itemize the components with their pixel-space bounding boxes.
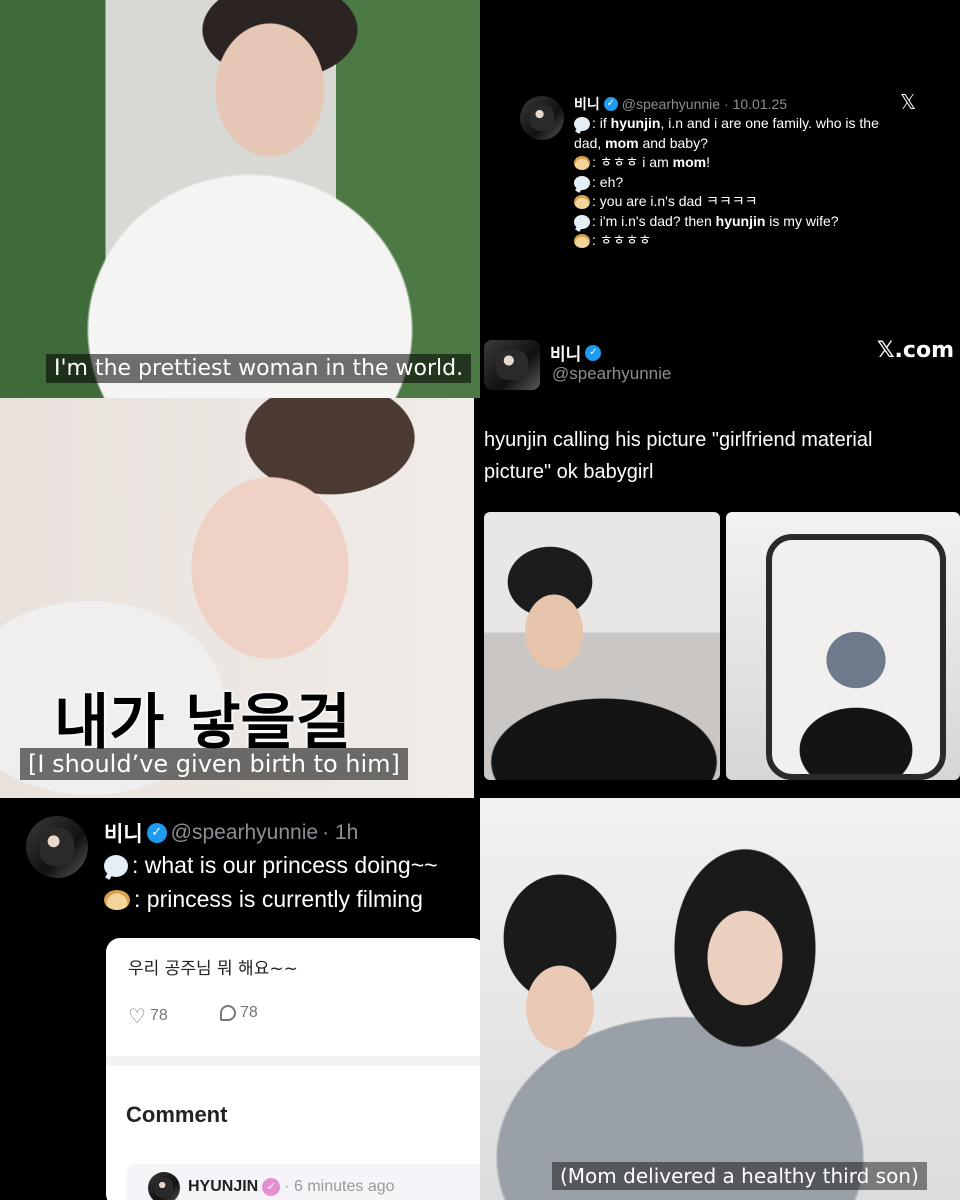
comment-time: · 6 minutes ago — [284, 1178, 395, 1195]
divider — [106, 1056, 480, 1066]
tweet-body: : if hyunjin, i.n and i are one family. … — [574, 114, 924, 251]
tweet-date: · 10.01.25 — [724, 96, 788, 112]
tweet-card-family: 비니 ✓ @spearhyunnie · 10.01.25 𝕏 : if hyu… — [480, 0, 960, 340]
dumpling-icon — [574, 234, 590, 249]
tweet-text: hyunjin calling his picture "girlfriend … — [484, 424, 872, 488]
tweet-text-segment: is my wife? — [765, 212, 839, 229]
tweet-line: dad, mom and baby? — [574, 134, 924, 154]
tweet-text-segment: and baby? — [638, 134, 708, 151]
post-text: 우리 공주님 뭐 해요~~ — [128, 959, 298, 979]
tweet-text-segment: : ㅎㅎㅎㅎ — [592, 232, 652, 248]
bold-text: mom — [672, 154, 707, 170]
bold-text: hyunjin — [610, 115, 661, 131]
artist-badge-icon: ✓ — [262, 1178, 281, 1196]
bold-text: hyunjin — [715, 212, 766, 229]
tweet-card-girlfriend: 비니 ✓ @spearhyunnie 𝕏.com hyunjin calling… — [480, 340, 960, 795]
subtitle-birth: [I should’ve given birth to him] — [20, 748, 408, 780]
subtitle-third-son: (Mom delivered a healthy third son) — [552, 1162, 927, 1190]
photo-panel-prettiest: I'm the prettiest woman in the world. — [0, 0, 480, 398]
commenter-avatar — [148, 1172, 180, 1200]
x-com-brand[interactable]: 𝕏.com — [877, 340, 954, 363]
tweet-line: : princess is currently filming — [134, 886, 423, 912]
verified-icon: ✓ — [603, 97, 618, 111]
tweet-text-segment: : you are i.n's dad ㅋㅋㅋㅋ — [592, 193, 758, 209]
speech-bubble-icon — [574, 214, 590, 229]
author-name: 비니 — [550, 345, 582, 364]
like-count: 78 — [149, 1007, 168, 1024]
subtitle-prettiest: I'm the prettiest woman in the world. — [46, 354, 472, 383]
phone-frame — [766, 534, 946, 780]
author-handle: @spearhyunnie — [621, 96, 721, 112]
verified-icon: ✓ — [585, 344, 602, 361]
tweet-line: : you are i.n's dad ㅋㅋㅋㅋ — [574, 192, 924, 212]
dumpling-icon — [574, 156, 590, 171]
tweet-text-segment: : eh? — [592, 173, 624, 190]
heart-icon[interactable]: ♡ — [128, 1004, 146, 1028]
tweet-line: : eh? — [574, 173, 924, 193]
comment-heading: Comment — [126, 1102, 228, 1127]
tweet-text-line: picture" ok babygirl — [484, 461, 654, 483]
tweet-text-line: hyunjin calling his picture "girlfriend … — [484, 429, 873, 451]
tweet-line: : ㅎㅎㅎ i am mom! — [574, 153, 924, 173]
author-name: 비니 — [104, 823, 143, 846]
tweet-text-segment: , i.n and i are one family. who is the — [660, 115, 879, 131]
weverse-post-card: 우리 공주님 뭐 해요~~ ♡ 78 78 Comment HYUNJIN ✓ … — [106, 938, 480, 1200]
photo-panel-birth: 내가 낳을걸 [I should’ve given birth to him] — [0, 398, 474, 798]
tweet-text-segment: dad, — [574, 134, 606, 151]
tweet-line: : if hyunjin, i.n and i are one family. … — [574, 114, 924, 134]
tweet-line: : ㅎㅎㅎㅎ — [574, 231, 924, 251]
tweet-line: : i'm i.n's dad? then hyunjin is my wife… — [574, 212, 924, 232]
tweet-text-segment: : if — [592, 115, 611, 131]
author-handle: @spearhyunnie — [170, 821, 319, 844]
photo-two-members — [480, 798, 960, 1200]
photo-phone-picture — [726, 512, 960, 780]
avatar — [520, 96, 564, 140]
commenter-name: HYUNJIN — [188, 1178, 259, 1195]
comment-count: 78 — [240, 1004, 258, 1021]
speech-bubble-icon — [104, 854, 128, 877]
speech-bubble-icon — [574, 117, 590, 132]
x-logo-icon[interactable]: 𝕏 — [900, 90, 916, 114]
photo-hyunjin-backstage — [484, 512, 720, 780]
photo-woman-white-shirt — [0, 0, 480, 398]
avatar — [26, 816, 88, 878]
photo-panel-third-son: (Mom delivered a healthy third son) — [480, 798, 960, 1200]
tweet-text-segment: : i'm i.n's dad? then — [592, 212, 716, 229]
tweet-line: : what is our princess doing~~ — [132, 852, 438, 878]
comment-icon[interactable] — [220, 1005, 236, 1021]
dumpling-icon — [104, 889, 130, 910]
tweet-time: · 1h — [322, 821, 359, 844]
avatar — [484, 340, 540, 390]
author-name: 비니 — [574, 96, 600, 112]
verified-icon: ✓ — [146, 823, 167, 843]
tweet-text-segment: ! — [706, 154, 710, 170]
tweet-text-segment: : ㅎㅎㅎ i am — [592, 154, 673, 170]
tweet-card-princess: 비니 ✓ @spearhyunnie · 1h : what is our pr… — [0, 798, 480, 1200]
author-handle: @spearhyunnie — [552, 364, 672, 383]
comment-row[interactable]: HYUNJIN ✓ · 6 minutes ago — [126, 1164, 480, 1200]
speech-bubble-icon — [574, 175, 590, 190]
bold-text: mom — [605, 134, 639, 151]
dumpling-icon — [574, 195, 590, 210]
